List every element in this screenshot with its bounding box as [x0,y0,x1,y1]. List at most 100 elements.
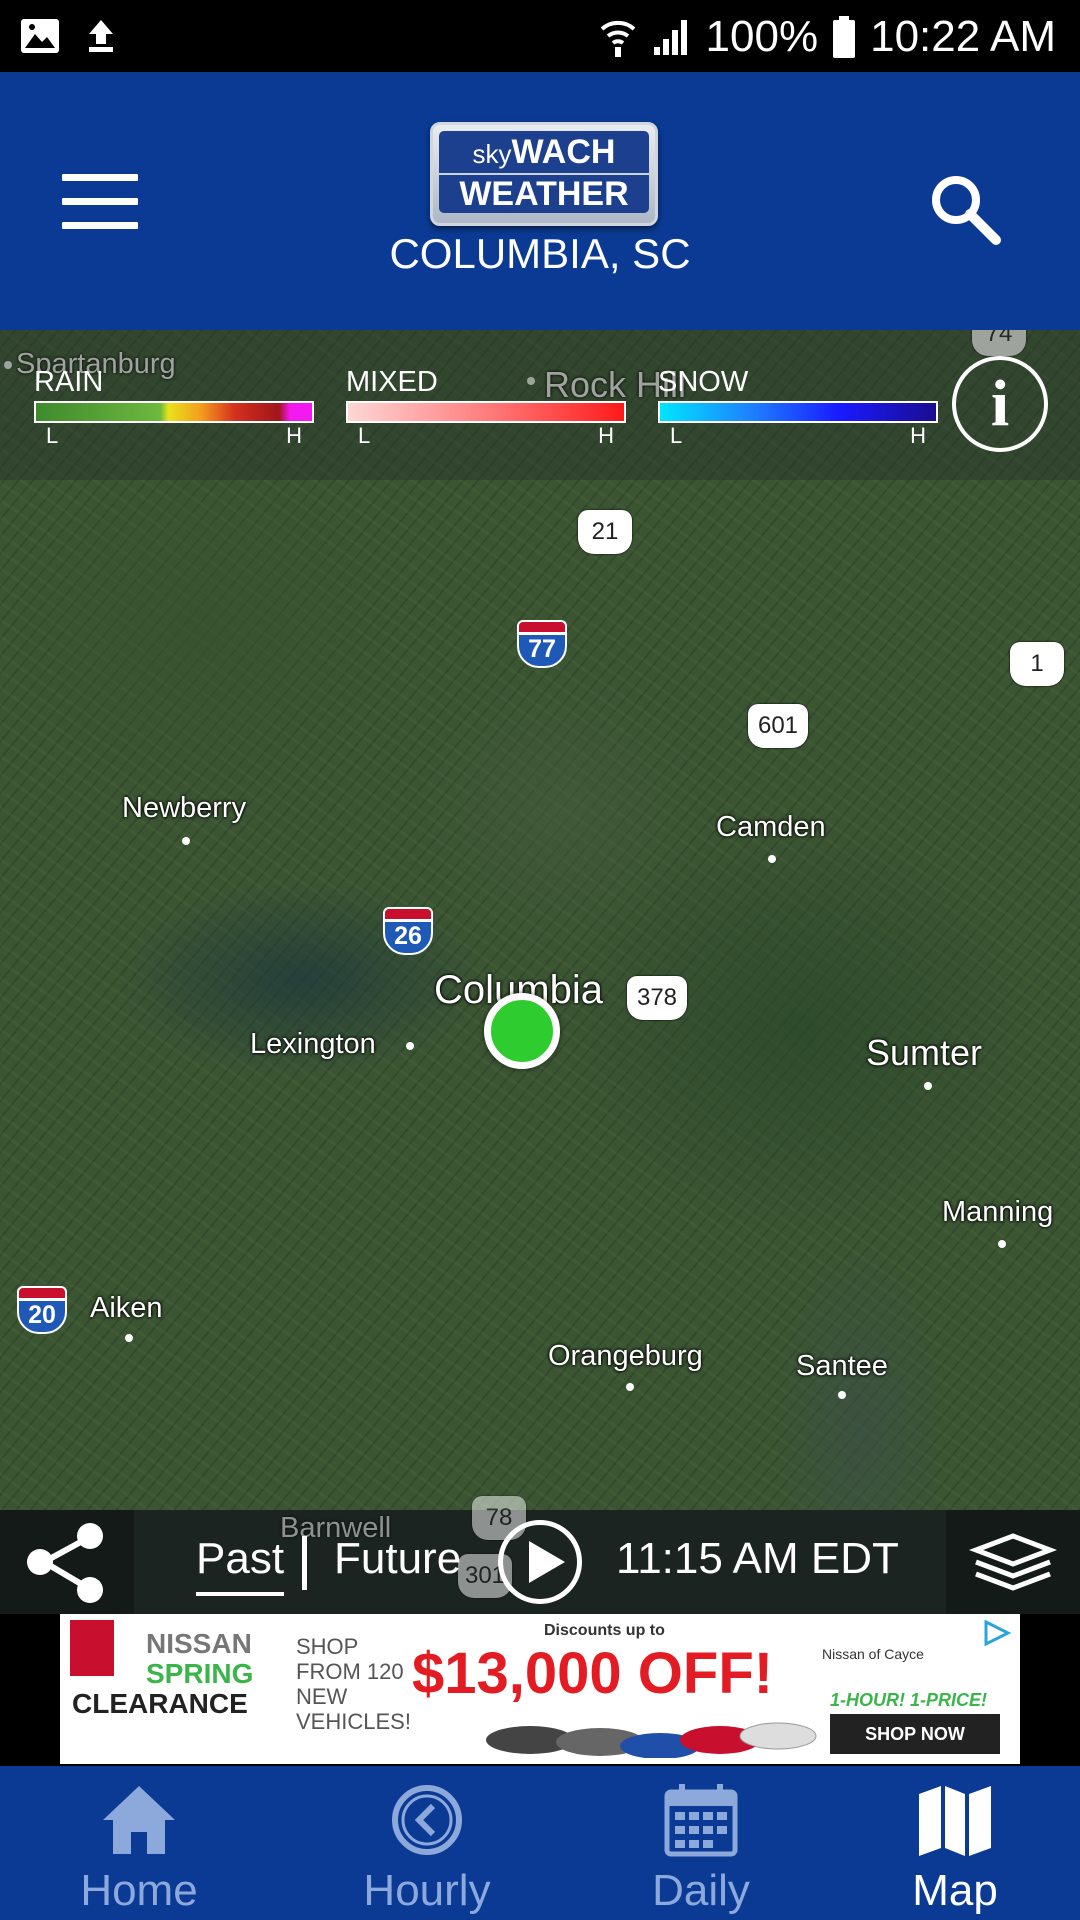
nav-label: Map [912,1866,998,1915]
route-us-601: 601 [748,704,808,748]
ad-spring: SPRING [146,1658,254,1689]
legend-low: L [670,423,683,448]
legend-snow: SNOW L H [658,366,938,449]
route-us-378: 378 [627,976,687,1020]
past-tab[interactable]: Past [196,1534,285,1596]
legend-title: RAIN [34,366,104,398]
place-dot [125,1334,133,1342]
legend-scale: L H [346,423,626,449]
legend-title: MIXED [346,366,438,398]
place-dot [182,837,190,845]
bottom-nav: Home Hourly Daily Map [0,1766,1080,1920]
place-lexington: Lexington [250,1028,376,1060]
place-dot [626,1383,634,1391]
legend-rain: RAIN L H [34,366,314,449]
share-icon [27,1523,103,1603]
place-orangeburg: Orangeburg [548,1340,703,1372]
place-newberry: Newberry [122,792,247,824]
status-bar: 100% 10:22 AM [0,0,1080,72]
radar-map[interactable]: Spartanburg Rock Hill 74 RAIN L H MIXED … [0,330,1080,1510]
menu-line [62,222,138,229]
wifi-icon [600,20,635,57]
adchoices-icon[interactable] [980,1618,1014,1648]
legend-mixed-bar [346,401,626,423]
precip-legend: RAIN L H MIXED L H SNOW L H [0,330,1080,480]
battery-percent: 100% [705,12,819,61]
signal-icon [653,20,687,55]
place-dot [924,1082,932,1090]
calendar-icon [664,1784,738,1857]
current-location-pin[interactable] [484,993,560,1069]
legend-scale: L H [34,423,314,449]
ad-discount-intro: Discounts up to [544,1622,665,1639]
legend-high: H [910,423,926,448]
nav-hourly[interactable]: Hourly [292,1766,562,1920]
place-aiken: Aiken [90,1292,163,1324]
share-button[interactable] [0,1510,134,1614]
place-manning: Manning [942,1196,1054,1228]
radar-timestamp: 11:15 AM EDT [616,1534,899,1583]
skywach-weather-logo: skyWACH WEATHER [430,122,658,226]
place-dot [406,1042,414,1050]
legend-snow-bar [658,401,938,423]
location-title: COLUMBIA, SC [389,230,691,277]
place-sumter: Sumter [866,1032,983,1073]
menu-line [62,174,138,181]
nav-label: Home [80,1866,198,1915]
menu-line [62,198,138,205]
place-dot [768,855,776,863]
radar-timeline: Barnwell 78 301 Past Future 11:15 AM EDT [0,1496,1080,1614]
ad-tagline: 1-HOUR! 1-PRICE! [830,1690,988,1710]
nav-label: Daily [652,1866,750,1915]
legend-high: H [598,423,614,448]
legend-title: SNOW [658,366,749,398]
place-santee: Santee [796,1350,888,1382]
place-dot [998,1240,1006,1248]
route-interstate-77: 77 [517,620,567,668]
nav-daily[interactable]: Daily [566,1766,836,1920]
nav-label: Hourly [363,1866,491,1915]
ad-dealer: Nissan of Cayce [822,1646,924,1662]
nissan-logo [70,1620,114,1676]
clock-time: 10:22 AM [870,12,1056,61]
map-icon [919,1786,991,1856]
ad-shop-now-button[interactable]: SHOP NOW [830,1714,1000,1754]
tab-divider [302,1536,307,1590]
app-header: skyWACH WEATHER COLUMBIA, SC [0,72,1080,330]
upload-icon [89,20,113,52]
info-button[interactable]: i [952,356,1048,452]
ad-banner[interactable]: NISSAN SPRING CLEARANCE SHOP FROM 120 NE… [60,1614,1020,1764]
battery-icon [833,16,856,58]
menu-button[interactable] [62,174,138,230]
nav-home[interactable]: Home [4,1766,274,1920]
legend-scale: L H [658,423,938,449]
nav-map[interactable]: Map [820,1766,1080,1920]
logo-wach-text: WACH [511,133,616,171]
ad-shop-text: SHOP FROM 120 NEW VEHICLES! [296,1634,411,1734]
route-interstate-20: 20 [17,1286,67,1334]
layers-button[interactable] [946,1510,1080,1614]
legend-low: L [46,423,59,448]
search-icon[interactable] [924,168,1004,248]
legend-low: L [358,423,371,448]
play-button[interactable] [498,1520,582,1604]
legend-rain-bar [34,401,314,423]
place-dot [838,1391,846,1399]
logo-sky-text: sky [472,139,512,169]
legend-mixed: MIXED L H [346,366,626,449]
route-us-21: 21 [578,510,632,554]
ad-price: $13,000 OFF! [412,1641,774,1706]
logo-weather-text: WEATHER [439,175,649,213]
legend-high: H [286,423,302,448]
home-icon [103,1786,175,1854]
future-tab[interactable]: Future [334,1534,461,1584]
image-icon [21,19,59,53]
place-camden: Camden [716,811,826,843]
logo-top: skyWACH [439,131,649,173]
clock-icon [392,1785,462,1855]
ad-clearance: CLEARANCE [72,1688,248,1719]
ad-brand: NISSAN [146,1628,252,1659]
layers-icon [968,1533,1058,1591]
route-us-1: 1 [1010,642,1064,686]
route-interstate-26: 26 [383,907,433,955]
